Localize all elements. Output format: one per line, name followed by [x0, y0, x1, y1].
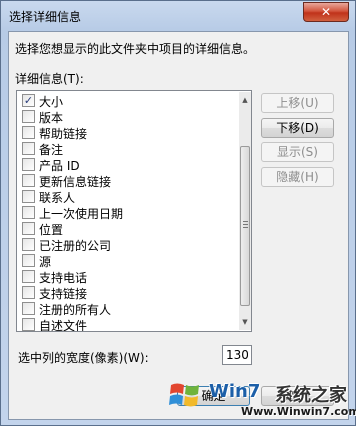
scroll-down-icon: ▼: [242, 318, 248, 326]
watermark-site: Win7: [209, 381, 261, 402]
checkbox-unchecked[interactable]: [22, 286, 35, 299]
grip-icon: [243, 221, 248, 222]
column-width-label: 选中列的宽度(像素)(W):: [18, 351, 149, 365]
scroll-up-icon: ▲: [242, 96, 248, 104]
vertical-scrollbar[interactable]: ▲ ▼: [239, 92, 251, 330]
checkbox-unchecked[interactable]: [22, 302, 35, 315]
checkbox-unchecked[interactable]: [22, 158, 35, 171]
details-list-item[interactable]: 备注: [18, 140, 234, 157]
close-icon: ✕: [320, 5, 332, 19]
title-bar[interactable]: 选择详细信息 ✕: [1, 1, 355, 31]
grip-icon: [243, 224, 248, 225]
details-list-item[interactable]: 版本: [18, 108, 234, 125]
details-list-item[interactable]: 帮助链接: [18, 124, 234, 141]
checkbox-checked[interactable]: ✓: [22, 94, 35, 107]
checkbox-unchecked[interactable]: [22, 254, 35, 267]
details-list-item[interactable]: 位置: [18, 220, 234, 237]
details-rows: ✓ 大小 版本 帮助链接 备注 产品 ID 更新信息链接 联系人 上一次使用日期 位置 已注册的公司…: [18, 92, 234, 332]
windows-logo-icon: [169, 383, 199, 407]
details-list-item[interactable]: 源: [18, 252, 234, 269]
show-button[interactable]: 显示(S): [261, 142, 334, 162]
checkbox-unchecked[interactable]: [22, 126, 35, 139]
description-text: 选择您想显示的此文件夹中项目的详细信息。: [15, 42, 256, 56]
details-list-item[interactable]: 产品 ID: [18, 156, 234, 173]
details-list-item[interactable]: 上一次使用日期: [18, 204, 234, 221]
watermark-url: Www.Winwin7.com: [241, 405, 356, 418]
details-item-label: 自述文件: [39, 319, 88, 332]
details-list-item[interactable]: 支持电话: [18, 268, 234, 285]
scroll-up-button[interactable]: ▲: [239, 92, 251, 108]
checkbox-unchecked[interactable]: [22, 110, 35, 123]
details-list-item[interactable]: 已注册的公司: [18, 236, 234, 253]
details-list-item[interactable]: 联系人: [18, 188, 234, 205]
checkbox-unchecked[interactable]: [22, 238, 35, 251]
scrollbar-thumb[interactable]: [240, 146, 250, 306]
details-list-item[interactable]: 更新信息链接: [18, 172, 234, 189]
details-list-item[interactable]: 支持链接: [18, 284, 234, 301]
window-title: 选择详细信息: [9, 10, 82, 24]
scroll-down-button[interactable]: ▼: [239, 314, 251, 330]
checkbox-unchecked[interactable]: [22, 190, 35, 203]
check-icon: ✓: [23, 94, 34, 107]
checkbox-unchecked[interactable]: [22, 270, 35, 283]
checkbox-unchecked[interactable]: [22, 174, 35, 187]
checkbox-unchecked[interactable]: [22, 318, 35, 331]
column-width-input[interactable]: [222, 345, 252, 365]
details-list-label: 详细信息(T):: [15, 72, 84, 86]
move-down-button[interactable]: 下移(D): [261, 118, 334, 138]
details-list-item[interactable]: 自述文件: [18, 316, 234, 332]
details-listbox[interactable]: ✓ 大小 版本 帮助链接 备注 产品 ID 更新信息链接 联系人 上一次使用日期 位置 已注册的公司…: [16, 90, 252, 332]
checkbox-unchecked[interactable]: [22, 222, 35, 235]
details-list-item[interactable]: ✓ 大小: [18, 92, 234, 109]
close-button[interactable]: ✕: [303, 2, 349, 22]
details-list-item[interactable]: 注册的所有人: [18, 300, 234, 317]
hide-button[interactable]: 隐藏(H): [261, 167, 334, 187]
watermark-name: 系统之家: [275, 385, 347, 406]
dialog-window: 选择详细信息 ✕ 选择您想显示的此文件夹中项目的详细信息。 详细信息(T): ✓…: [0, 0, 356, 426]
checkbox-unchecked[interactable]: [22, 206, 35, 219]
dialog-body: 选择您想显示的此文件夹中项目的详细信息。 详细信息(T): ✓ 大小 版本 帮助链接备…: [8, 31, 349, 420]
site-watermark: Win7 系统之家 Www.Winwin7.com: [157, 377, 356, 425]
move-up-button[interactable]: 上移(U): [261, 93, 334, 113]
grip-icon: [243, 227, 248, 228]
checkbox-unchecked[interactable]: [22, 142, 35, 155]
